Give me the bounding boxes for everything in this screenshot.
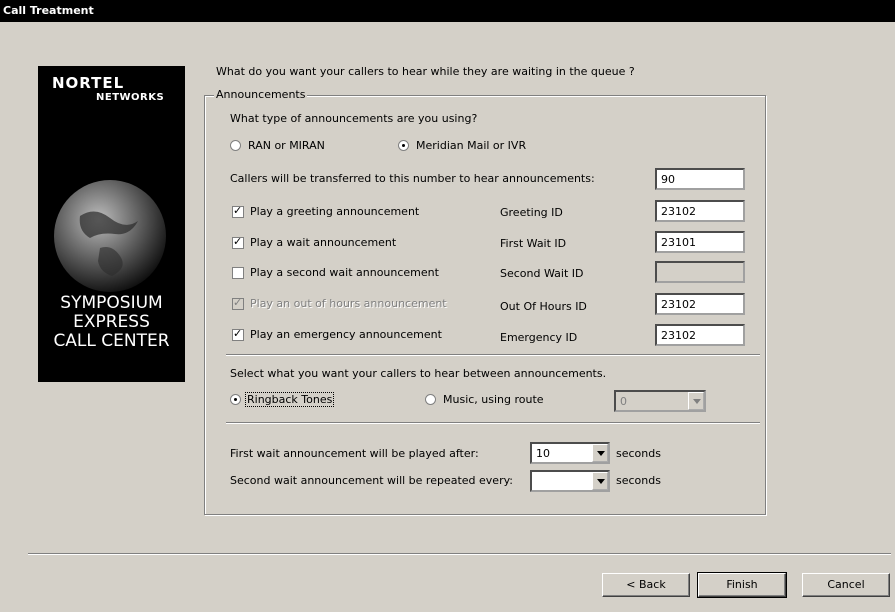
ran-radio-label: RAN or MIRAN [248,139,325,152]
title-bar: Call Treatment [0,0,895,22]
greeting-checkbox[interactable] [232,204,244,218]
first-wait-seconds-value: 10 [536,447,550,460]
networks-logo: NETWORKS [96,92,165,103]
product-line-1: SYMPOSIUM [60,293,163,313]
window-title: Call Treatment [3,4,94,17]
emergency-id-input[interactable]: 23102 [655,324,745,346]
music-radio[interactable] [425,394,436,405]
between-prompt: Select what you want your callers to hea… [230,367,607,380]
brand-panel: NORTEL NETWORKS SYMPOSIUM EXPRESS CALL C… [38,66,185,382]
chevron-down-icon[interactable] [592,472,608,490]
music-radio-label: Music, using route [443,393,544,406]
music-radio-option[interactable]: Music, using route [425,392,585,408]
product-line-3: CALL CENTER [53,331,170,351]
separator-1 [226,354,760,356]
emergency-id-label: Emergency ID [500,331,578,344]
chevron-down-icon[interactable] [688,392,704,410]
emergency-label: Play an emergency announcement [250,328,442,341]
chevron-down-icon[interactable] [592,444,608,462]
globe-image [54,180,166,292]
wait-label: Play a wait announcement [250,236,397,249]
second-wait-seconds-select[interactable] [530,470,610,492]
cancel-button[interactable]: Cancel [802,573,890,597]
second-wait-id-label: Second Wait ID [500,267,584,280]
nortel-logo: NORTEL [52,74,125,92]
second-wait-unit: seconds [616,474,661,487]
second-wait-timing-label: Second wait announcement will be repeate… [230,474,514,487]
announcements-legend: Announcements [214,88,308,101]
ringback-radio[interactable] [230,394,241,405]
ran-radio-option[interactable]: RAN or MIRAN [230,139,370,153]
second-wait-id-input[interactable] [655,261,745,283]
wait-checkbox[interactable] [232,235,244,249]
meridian-radio-label: Meridian Mail or IVR [416,139,527,152]
first-wait-seconds-select[interactable]: 10 [530,442,610,464]
out-of-hours-label: Play an out of hours announcement [250,297,447,310]
announcement-type-question: What type of announcements are you using… [230,112,478,125]
emergency-checkbox[interactable] [232,327,244,341]
product-line-2: EXPRESS [73,312,150,332]
ran-radio[interactable] [230,140,241,151]
greeting-id-input[interactable]: 23102 [655,200,745,222]
first-wait-id-label: First Wait ID [500,237,567,250]
second-wait-checkbox[interactable] [232,267,244,279]
out-of-hours-checkbox [232,296,244,310]
first-wait-id-input[interactable]: 23101 [655,231,745,253]
second-wait-label: Play a second wait announcement [250,266,439,279]
transfer-label: Callers will be transferred to this numb… [230,172,595,185]
out-of-hours-id-label: Out Of Hours ID [500,300,587,313]
transfer-number-input[interactable]: 90 [655,168,745,190]
first-wait-timing-label: First wait announcement will be played a… [230,447,479,460]
meridian-radio-option[interactable]: Meridian Mail or IVR [398,139,558,153]
music-route-select[interactable]: 0 [614,390,706,412]
ringback-radio-option[interactable]: Ringback Tones [230,392,390,408]
queue-question: What do you want your callers to hear wh… [216,65,635,78]
back-button[interactable]: < Back [602,573,690,597]
meridian-radio[interactable] [398,140,409,151]
music-route-value: 0 [620,395,627,408]
footer-separator [28,553,891,555]
out-of-hours-id-input[interactable]: 23102 [655,293,745,315]
finish-button[interactable]: Finish [697,572,787,598]
greeting-id-label: Greeting ID [500,206,563,219]
greeting-label: Play a greeting announcement [250,205,420,218]
ringback-radio-label: Ringback Tones [244,392,335,407]
first-wait-unit: seconds [616,447,661,460]
separator-2 [226,422,760,424]
